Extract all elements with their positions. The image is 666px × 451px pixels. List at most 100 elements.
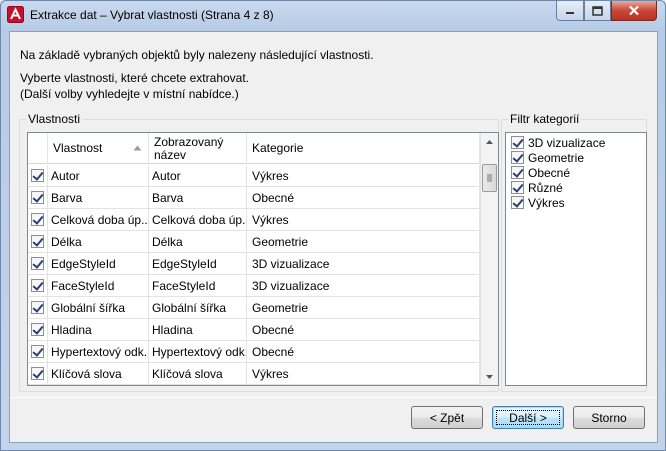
table-row[interactable]: Autor Autor Výkres (28, 165, 480, 187)
table-row[interactable]: Globální šířka Globální šířka Geometrie (28, 297, 480, 319)
title-bar[interactable]: Extrakce dat – Vybrat vlastnosti (Strana… (1, 1, 665, 29)
grid-header: Vlastnost Zobrazovaný název Kategorie (28, 133, 480, 164)
display-name-cell[interactable]: Globální šířka (149, 297, 247, 318)
maximize-button[interactable] (584, 1, 611, 21)
filter-item-label: 3D vizualizace (528, 135, 606, 150)
scroll-down-arrow[interactable] (481, 368, 498, 385)
row-checkbox-cell[interactable] (28, 319, 48, 340)
dialog-content: Na základě vybraných objektů byly naleze… (9, 31, 658, 443)
header-property-label: Vlastnost (53, 141, 103, 155)
table-row[interactable]: Délka Délka Geometrie (28, 231, 480, 253)
row-checkbox[interactable] (31, 191, 44, 204)
row-checkbox[interactable] (31, 301, 44, 314)
triangle-up-icon (486, 139, 493, 144)
header-property[interactable]: Vlastnost (48, 133, 149, 164)
filter-checkbox[interactable] (511, 136, 524, 149)
row-checkbox[interactable] (31, 279, 44, 292)
filter-item[interactable]: 3D vizualizace (506, 135, 646, 150)
row-checkbox-cell[interactable] (28, 363, 48, 384)
intro-text-select: Vyberte vlastnosti, které chcete extraho… (20, 71, 250, 85)
cancel-button[interactable]: Storno (573, 406, 645, 429)
header-category[interactable]: Kategorie (247, 133, 480, 164)
property-cell: FaceStyleId (48, 275, 149, 296)
display-name-cell[interactable]: Délka (149, 231, 247, 252)
row-checkbox[interactable] (31, 345, 44, 358)
category-cell: Obecné (247, 187, 480, 208)
filter-checkbox[interactable] (511, 166, 524, 179)
display-name-cell[interactable]: Barva (149, 187, 247, 208)
row-checkbox-cell[interactable] (28, 209, 48, 230)
back-button[interactable]: < Zpět (411, 406, 483, 429)
display-name-cell[interactable]: Hladina (149, 319, 247, 340)
header-display-name-label: Zobrazovaný název (154, 134, 224, 162)
table-row[interactable]: Barva Barva Obecné (28, 187, 480, 209)
category-cell: Geometrie (247, 231, 480, 252)
filter-item-label: Geometrie (528, 150, 585, 165)
filter-checkbox[interactable] (511, 196, 524, 209)
autocad-app-icon (7, 6, 24, 23)
row-checkbox-cell[interactable] (28, 275, 48, 296)
sort-ascending-icon (133, 145, 142, 151)
row-checkbox[interactable] (31, 323, 44, 336)
close-icon (629, 5, 639, 16)
table-row[interactable]: Hladina Hladina Obecné (28, 319, 480, 341)
grid-vertical-scrollbar[interactable] (480, 133, 498, 385)
property-cell: Barva (48, 187, 149, 208)
display-name-cell[interactable]: Klíčová slova (149, 363, 247, 384)
table-row[interactable]: Hypertextový odk... Hypertextový odk... Ob… (28, 341, 480, 363)
property-cell: Globální šířka (48, 297, 149, 318)
category-cell: Geometrie (247, 297, 480, 318)
row-checkbox-cell[interactable] (28, 341, 48, 362)
scroll-thumb[interactable] (482, 164, 497, 192)
intro-text-context-menu: (Další volby vyhledejte v místní nabídce… (20, 87, 239, 101)
display-name-cell[interactable]: EdgeStyleId (149, 253, 247, 274)
display-name-cell[interactable]: Hypertextový odk... (149, 341, 247, 362)
row-checkbox[interactable] (31, 169, 44, 182)
table-row[interactable]: Celková doba úp... Celková doba úp... Výkr… (28, 209, 480, 231)
row-checkbox[interactable] (31, 367, 44, 380)
header-category-label: Kategorie (252, 141, 304, 155)
filter-checkbox[interactable] (511, 151, 524, 164)
filter-item[interactable]: Různé (506, 180, 646, 195)
row-checkbox-cell[interactable] (28, 297, 48, 318)
row-checkbox-cell[interactable] (28, 165, 48, 186)
properties-grid[interactable]: Vlastnost Zobrazovaný název Kategorie Au… (27, 132, 499, 386)
row-checkbox[interactable] (31, 213, 44, 226)
row-checkbox-cell[interactable] (28, 187, 48, 208)
row-checkbox[interactable] (31, 257, 44, 270)
category-cell: Obecné (247, 319, 480, 340)
row-checkbox-cell[interactable] (28, 253, 48, 274)
close-button[interactable] (611, 1, 657, 21)
property-cell: Hladina (48, 319, 149, 340)
display-name-cell[interactable]: Celková doba úp... (149, 209, 247, 230)
table-row[interactable]: EdgeStyleId EdgeStyleId 3D vizualizace (28, 253, 480, 275)
filter-item-label: Výkres (528, 195, 565, 210)
filter-item[interactable]: Výkres (506, 195, 646, 210)
display-name-cell[interactable]: FaceStyleId (149, 275, 247, 296)
header-check-column[interactable] (28, 133, 48, 164)
window-title: Extrakce dat – Vybrat vlastnosti (Strana… (30, 8, 274, 22)
filter-item[interactable]: Obecné (506, 165, 646, 180)
property-cell: EdgeStyleId (48, 253, 149, 274)
category-cell: 3D vizualizace (247, 275, 480, 296)
row-checkbox-cell[interactable] (28, 231, 48, 252)
property-cell: Klíčová slova (48, 363, 149, 384)
minimize-button[interactable] (556, 1, 584, 21)
table-row[interactable]: FaceStyleId FaceStyleId 3D vizualizace (28, 275, 480, 297)
scroll-up-arrow[interactable] (481, 133, 498, 150)
category-cell: Výkres (247, 363, 480, 384)
filter-checkbox[interactable] (511, 181, 524, 194)
cancel-button-label: Storno (591, 410, 627, 425)
dialog-window: Extrakce dat – Vybrat vlastnosti (Strana… (0, 0, 666, 451)
filter-item[interactable]: Geometrie (506, 150, 646, 165)
category-filter-list[interactable]: 3D vizualizace Geometrie Obecné Různé Výkres (505, 132, 647, 386)
property-cell: Délka (48, 231, 149, 252)
table-row[interactable]: Klíčová slova Klíčová slova Výkres (28, 363, 480, 385)
next-button[interactable]: Další > (492, 406, 564, 429)
category-cell: Výkres (247, 165, 480, 186)
display-name-cell[interactable]: Autor (149, 165, 247, 186)
footer-separator (10, 397, 657, 398)
header-display-name[interactable]: Zobrazovaný název (149, 133, 247, 164)
row-checkbox[interactable] (31, 235, 44, 248)
back-button-label: < Zpět (429, 410, 465, 425)
